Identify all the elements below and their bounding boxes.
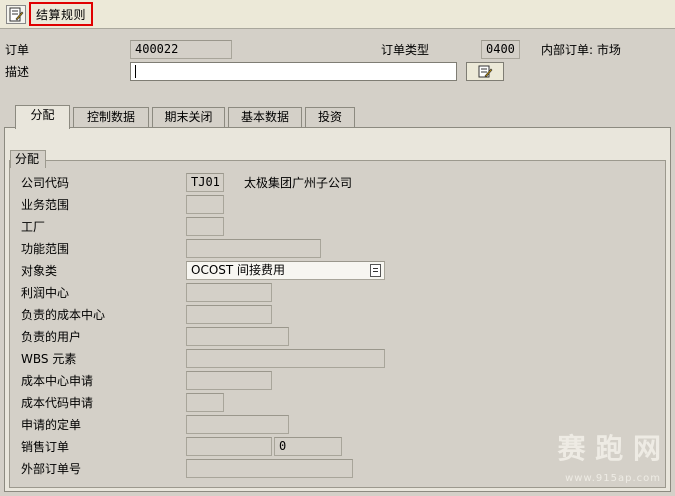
company-name-text: 太极集团广州子公司 — [244, 176, 353, 190]
external-order-number-label: 外部订单号 — [21, 462, 82, 476]
tab-investments[interactable]: 投资 — [305, 107, 355, 127]
profit-center-field[interactable] — [186, 283, 272, 302]
requesting-company-code-label: 成本代码申请 — [21, 396, 94, 410]
site-watermark: 赛 跑 网 www.915ap.com — [511, 432, 662, 485]
company-code-label: 公司代码 — [21, 176, 70, 190]
watermark-main-text: 赛 跑 网 — [557, 432, 662, 465]
object-class-value: OCOST 间接费用 — [191, 263, 286, 277]
tab-control-data[interactable]: 控制数据 — [73, 107, 149, 127]
description-input[interactable] — [130, 62, 457, 81]
order-type-label: 订单类型 — [381, 43, 430, 57]
requesting-cost-center-field[interactable] — [186, 371, 272, 390]
tab-assignment[interactable]: 分配 — [15, 105, 70, 129]
settlement-rule-button[interactable]: 结算规则 — [29, 2, 93, 26]
responsible-user-label: 负责的用户 — [21, 330, 82, 344]
sales-order-field[interactable] — [186, 437, 272, 456]
tab-period-end-closing[interactable]: 期末关闭 — [152, 107, 225, 127]
order-number-field[interactable]: 400022 — [130, 40, 232, 59]
business-area-label: 业务范围 — [21, 198, 70, 212]
toolbar: 结算规则 — [0, 0, 675, 29]
requesting-cost-center-label: 成本中心申请 — [21, 374, 94, 388]
display-change-icon[interactable] — [6, 5, 26, 24]
order-label: 订单 — [5, 43, 30, 57]
assignment-group-title: 分配 — [10, 150, 47, 168]
sales-order-label: 销售订单 — [21, 440, 70, 454]
sales-order-item-field[interactable]: 0 — [274, 437, 342, 456]
description-label: 描述 — [5, 65, 30, 79]
object-class-select[interactable]: OCOST 间接费用 — [186, 261, 385, 280]
functional-area-label: 功能范围 — [21, 242, 70, 256]
requesting-order-label: 申请的定单 — [21, 418, 82, 432]
functional-area-field[interactable] — [186, 239, 321, 258]
profit-center-label: 利润中心 — [21, 286, 70, 300]
responsible-cost-center-field[interactable] — [186, 305, 272, 324]
long-text-button[interactable] — [466, 62, 504, 81]
dropdown-list-icon[interactable] — [370, 264, 381, 277]
order-type-field[interactable]: 0400 — [481, 40, 520, 59]
requesting-order-field[interactable] — [186, 415, 289, 434]
object-class-label: 对象类 — [21, 264, 58, 278]
plant-label: 工厂 — [21, 220, 46, 234]
wbs-element-label: WBS 元素 — [21, 352, 77, 366]
responsible-cost-center-label: 负责的成本中心 — [21, 308, 106, 322]
wbs-element-field[interactable] — [186, 349, 385, 368]
company-code-field[interactable]: TJ01 — [186, 173, 224, 192]
requesting-company-code-field[interactable] — [186, 393, 224, 412]
long-text-icon — [478, 65, 493, 78]
internal-order-text: 内部订单: 市场 — [541, 43, 621, 57]
watermark-url-text: www.915ap.com — [565, 473, 661, 484]
plant-field[interactable] — [186, 217, 224, 236]
business-area-field[interactable] — [186, 195, 224, 214]
responsible-user-field[interactable] — [186, 327, 289, 346]
text-cursor — [135, 65, 136, 78]
tab-general-data[interactable]: 基本数据 — [228, 107, 302, 127]
external-order-number-field[interactable] — [186, 459, 353, 478]
